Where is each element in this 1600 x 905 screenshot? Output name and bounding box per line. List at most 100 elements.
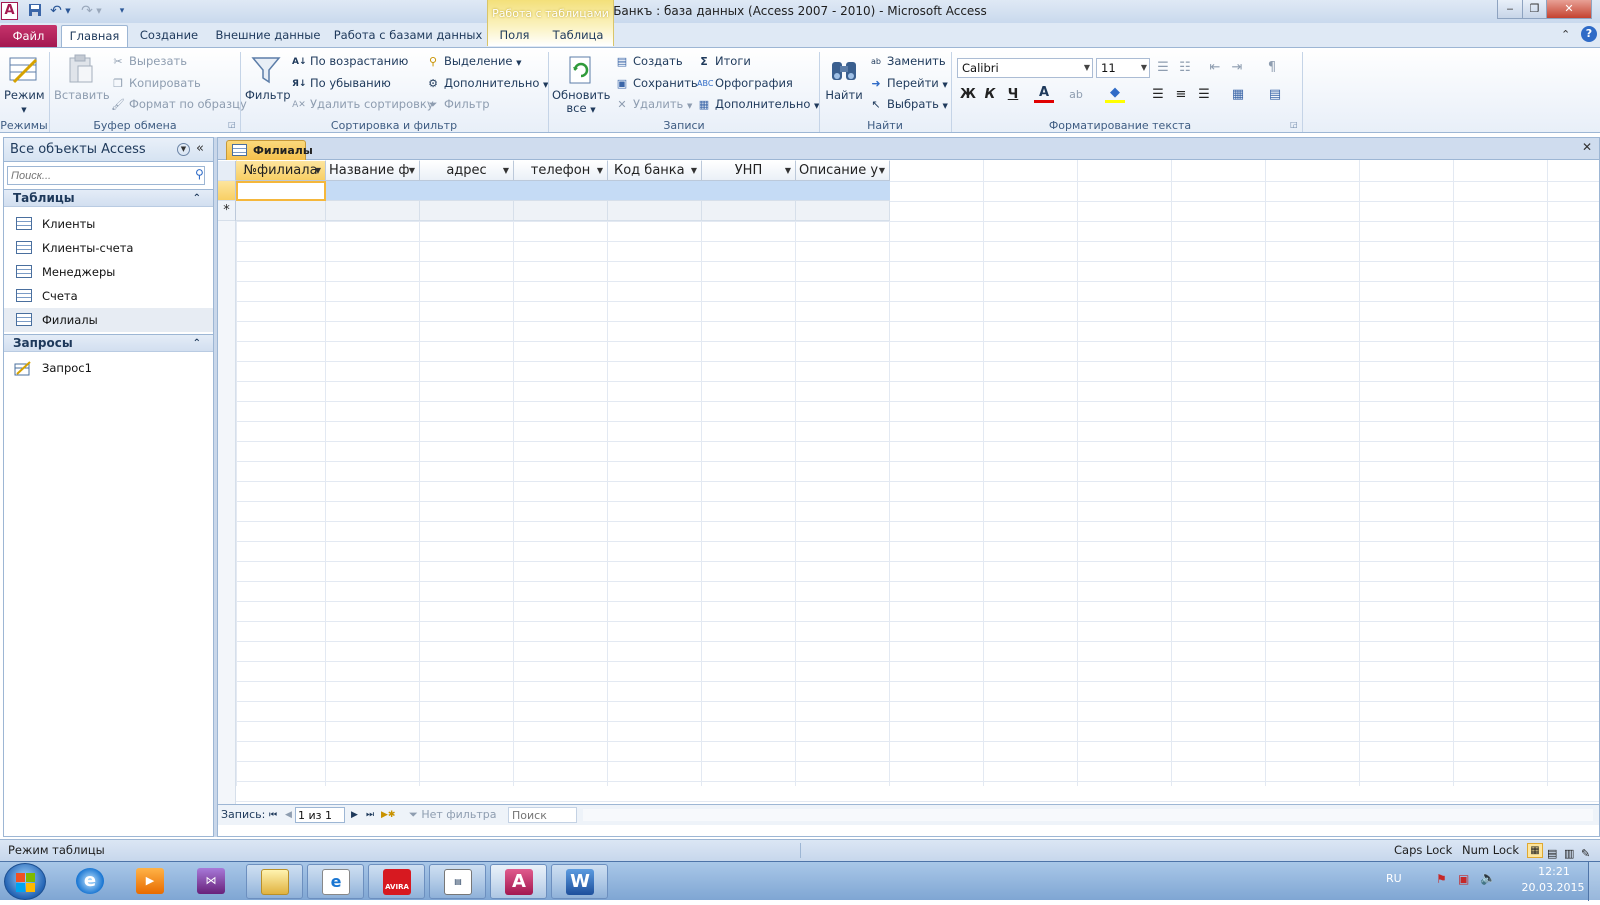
- nav-menu-dropdown-icon[interactable]: ▼: [177, 143, 190, 156]
- sort-ascending-button[interactable]: A↓ По возрастанию: [292, 53, 408, 69]
- font-size-select[interactable]: 11 ▼: [1096, 58, 1150, 78]
- active-cell[interactable]: [236, 181, 326, 201]
- goto-button[interactable]: ➜ Перейти ▼: [869, 75, 947, 93]
- alternate-row-color-icon[interactable]: ▤: [1265, 85, 1285, 105]
- totals-button[interactable]: Σ Итоги: [697, 53, 751, 69]
- filter-status[interactable]: ⏷ Нет фильтра: [409, 805, 496, 825]
- selection-button[interactable]: ⚲ Выделение ▼: [426, 53, 522, 71]
- collapse-nav-pane-icon[interactable]: «: [196, 141, 204, 156]
- new-record-button[interactable]: ▤ Создать: [615, 53, 683, 69]
- tray-network-icon[interactable]: ▣: [1458, 872, 1469, 886]
- close-button[interactable]: ✕: [1546, 0, 1592, 19]
- refresh-all-button[interactable]: Обновить все ▼: [552, 54, 610, 117]
- column-header-unp[interactable]: УНП ▼: [702, 161, 796, 181]
- tab-fields[interactable]: Поля: [492, 25, 537, 45]
- new-record-selector[interactable]: *: [218, 201, 236, 221]
- nav-item-clients-accounts[interactable]: Клиенты-счета: [4, 236, 213, 260]
- document-tab-branches[interactable]: Филиалы: [226, 140, 313, 160]
- align-left-icon[interactable]: ☰: [1148, 85, 1168, 105]
- taskbar-internet-explorer[interactable]: e: [62, 864, 119, 899]
- tab-home[interactable]: Главная: [61, 25, 128, 47]
- save-record-button[interactable]: ▣ Сохранить: [615, 75, 698, 91]
- column-dropdown-icon[interactable]: ▼: [691, 161, 697, 180]
- tray-time[interactable]: 12:21: [1532, 865, 1576, 878]
- language-indicator[interactable]: RU: [1386, 872, 1402, 885]
- column-header-address[interactable]: адрес ▼: [420, 161, 514, 181]
- bullets-icon[interactable]: ☰: [1153, 58, 1173, 78]
- record-search-input[interactable]: [508, 807, 577, 823]
- dialog-launcher-icon[interactable]: ◲: [1290, 120, 1298, 129]
- nav-item-branches[interactable]: Филиалы: [4, 308, 213, 332]
- italic-button[interactable]: К: [980, 85, 1000, 105]
- font-name-select[interactable]: Calibri ▼: [957, 58, 1093, 78]
- column-header-bank-code[interactable]: Код банка ▼: [608, 161, 702, 181]
- column-dropdown-icon[interactable]: ▼: [315, 161, 321, 180]
- record-position-field[interactable]: 1 из 1: [295, 807, 345, 823]
- tray-volume-icon[interactable]: 🔈: [1480, 871, 1496, 886]
- horizontal-scrollbar[interactable]: [583, 809, 1593, 821]
- find-button[interactable]: Найти: [823, 54, 865, 102]
- sort-descending-button[interactable]: Я↓ По убыванию: [292, 75, 391, 91]
- help-icon[interactable]: ?: [1581, 26, 1597, 42]
- view-mode-button[interactable]: Режим ▼: [4, 54, 45, 117]
- nav-item-accounts[interactable]: Счета: [4, 284, 213, 308]
- column-dropdown-icon[interactable]: ▼: [597, 161, 603, 180]
- tray-security-icon[interactable]: ⚑: [1436, 872, 1447, 886]
- new-record-row[interactable]: [236, 201, 890, 221]
- nav-group-queries[interactable]: Запросы ⌃: [4, 334, 213, 352]
- decrease-indent-icon[interactable]: ⇤: [1205, 58, 1225, 78]
- increase-indent-icon[interactable]: ⇥: [1227, 58, 1247, 78]
- taskbar-word[interactable]: W: [551, 864, 608, 899]
- last-record-icon[interactable]: ⏭: [366, 805, 374, 825]
- bold-button[interactable]: Ж: [958, 85, 978, 105]
- align-right-icon[interactable]: ☰: [1194, 85, 1214, 105]
- column-header-description[interactable]: Описание у ▼: [796, 161, 890, 181]
- close-document-icon[interactable]: ✕: [1582, 140, 1592, 154]
- filter-button[interactable]: Фильтр: [245, 54, 291, 102]
- next-record-icon[interactable]: ▶: [351, 805, 358, 825]
- nav-search-input[interactable]: [7, 166, 205, 185]
- highlight-icon[interactable]: ab: [1066, 85, 1086, 105]
- numbering-icon[interactable]: ☷: [1175, 58, 1195, 78]
- taskbar-ie-document[interactable]: e: [307, 864, 364, 899]
- search-icon[interactable]: ⚲: [195, 167, 204, 181]
- tab-file[interactable]: Файл: [0, 25, 57, 47]
- tab-create[interactable]: Создание: [133, 25, 205, 45]
- minimize-ribbon-icon[interactable]: ⌃: [1561, 28, 1570, 41]
- column-dropdown-icon[interactable]: ▼: [785, 161, 791, 180]
- nav-group-tables[interactable]: Таблицы ⌃: [4, 189, 213, 207]
- first-record-icon[interactable]: ⏮: [269, 805, 277, 825]
- select-button[interactable]: ↖ Выбрать ▼: [869, 96, 948, 114]
- spelling-button[interactable]: ABC Орфография: [697, 75, 793, 91]
- column-dropdown-icon[interactable]: ▼: [879, 161, 885, 180]
- new-record-nav-icon[interactable]: ▶✱: [381, 805, 395, 825]
- tray-date[interactable]: 20.03.2015: [1518, 881, 1588, 894]
- underline-button[interactable]: Ч: [1003, 85, 1023, 105]
- previous-record-icon[interactable]: ◀: [285, 805, 292, 825]
- datasheet-view-icon[interactable]: ▦: [1527, 843, 1543, 858]
- tab-database-tools[interactable]: Работа с базами данных: [333, 25, 483, 45]
- column-dropdown-icon[interactable]: ▼: [503, 161, 509, 180]
- align-center-icon[interactable]: ≡: [1171, 85, 1191, 105]
- column-header-branch-no[interactable]: №филиала ▼: [236, 161, 326, 181]
- dialog-launcher-icon[interactable]: ◲: [228, 120, 236, 129]
- restore-button[interactable]: ❐: [1522, 0, 1547, 19]
- taskbar-media-player[interactable]: ▶: [122, 864, 179, 899]
- tab-table[interactable]: Таблица: [547, 25, 609, 45]
- tab-external-data[interactable]: Внешние данные: [213, 25, 323, 45]
- column-header-phone[interactable]: телефон ▼: [514, 161, 608, 181]
- gridlines-icon[interactable]: ▦: [1228, 85, 1248, 105]
- taskbar-avira[interactable]: AVIRA: [368, 864, 425, 899]
- nav-item-query1[interactable]: Запрос1: [4, 356, 213, 380]
- start-button[interactable]: [4, 863, 46, 900]
- more-records-button[interactable]: ▦ Дополнительно ▼: [697, 96, 820, 114]
- minimize-button[interactable]: ‒: [1497, 0, 1523, 19]
- column-dropdown-icon[interactable]: ▼: [409, 161, 415, 180]
- replace-button[interactable]: ab Заменить: [869, 53, 946, 69]
- background-color-icon[interactable]: ◆: [1105, 85, 1125, 103]
- column-header-name[interactable]: Название ф ▼: [326, 161, 420, 181]
- font-color-icon[interactable]: A: [1034, 85, 1054, 103]
- nav-item-clients[interactable]: Клиенты: [4, 212, 213, 236]
- show-desktop-button[interactable]: [1588, 862, 1600, 901]
- paragraph-direction-icon[interactable]: ¶: [1262, 58, 1282, 78]
